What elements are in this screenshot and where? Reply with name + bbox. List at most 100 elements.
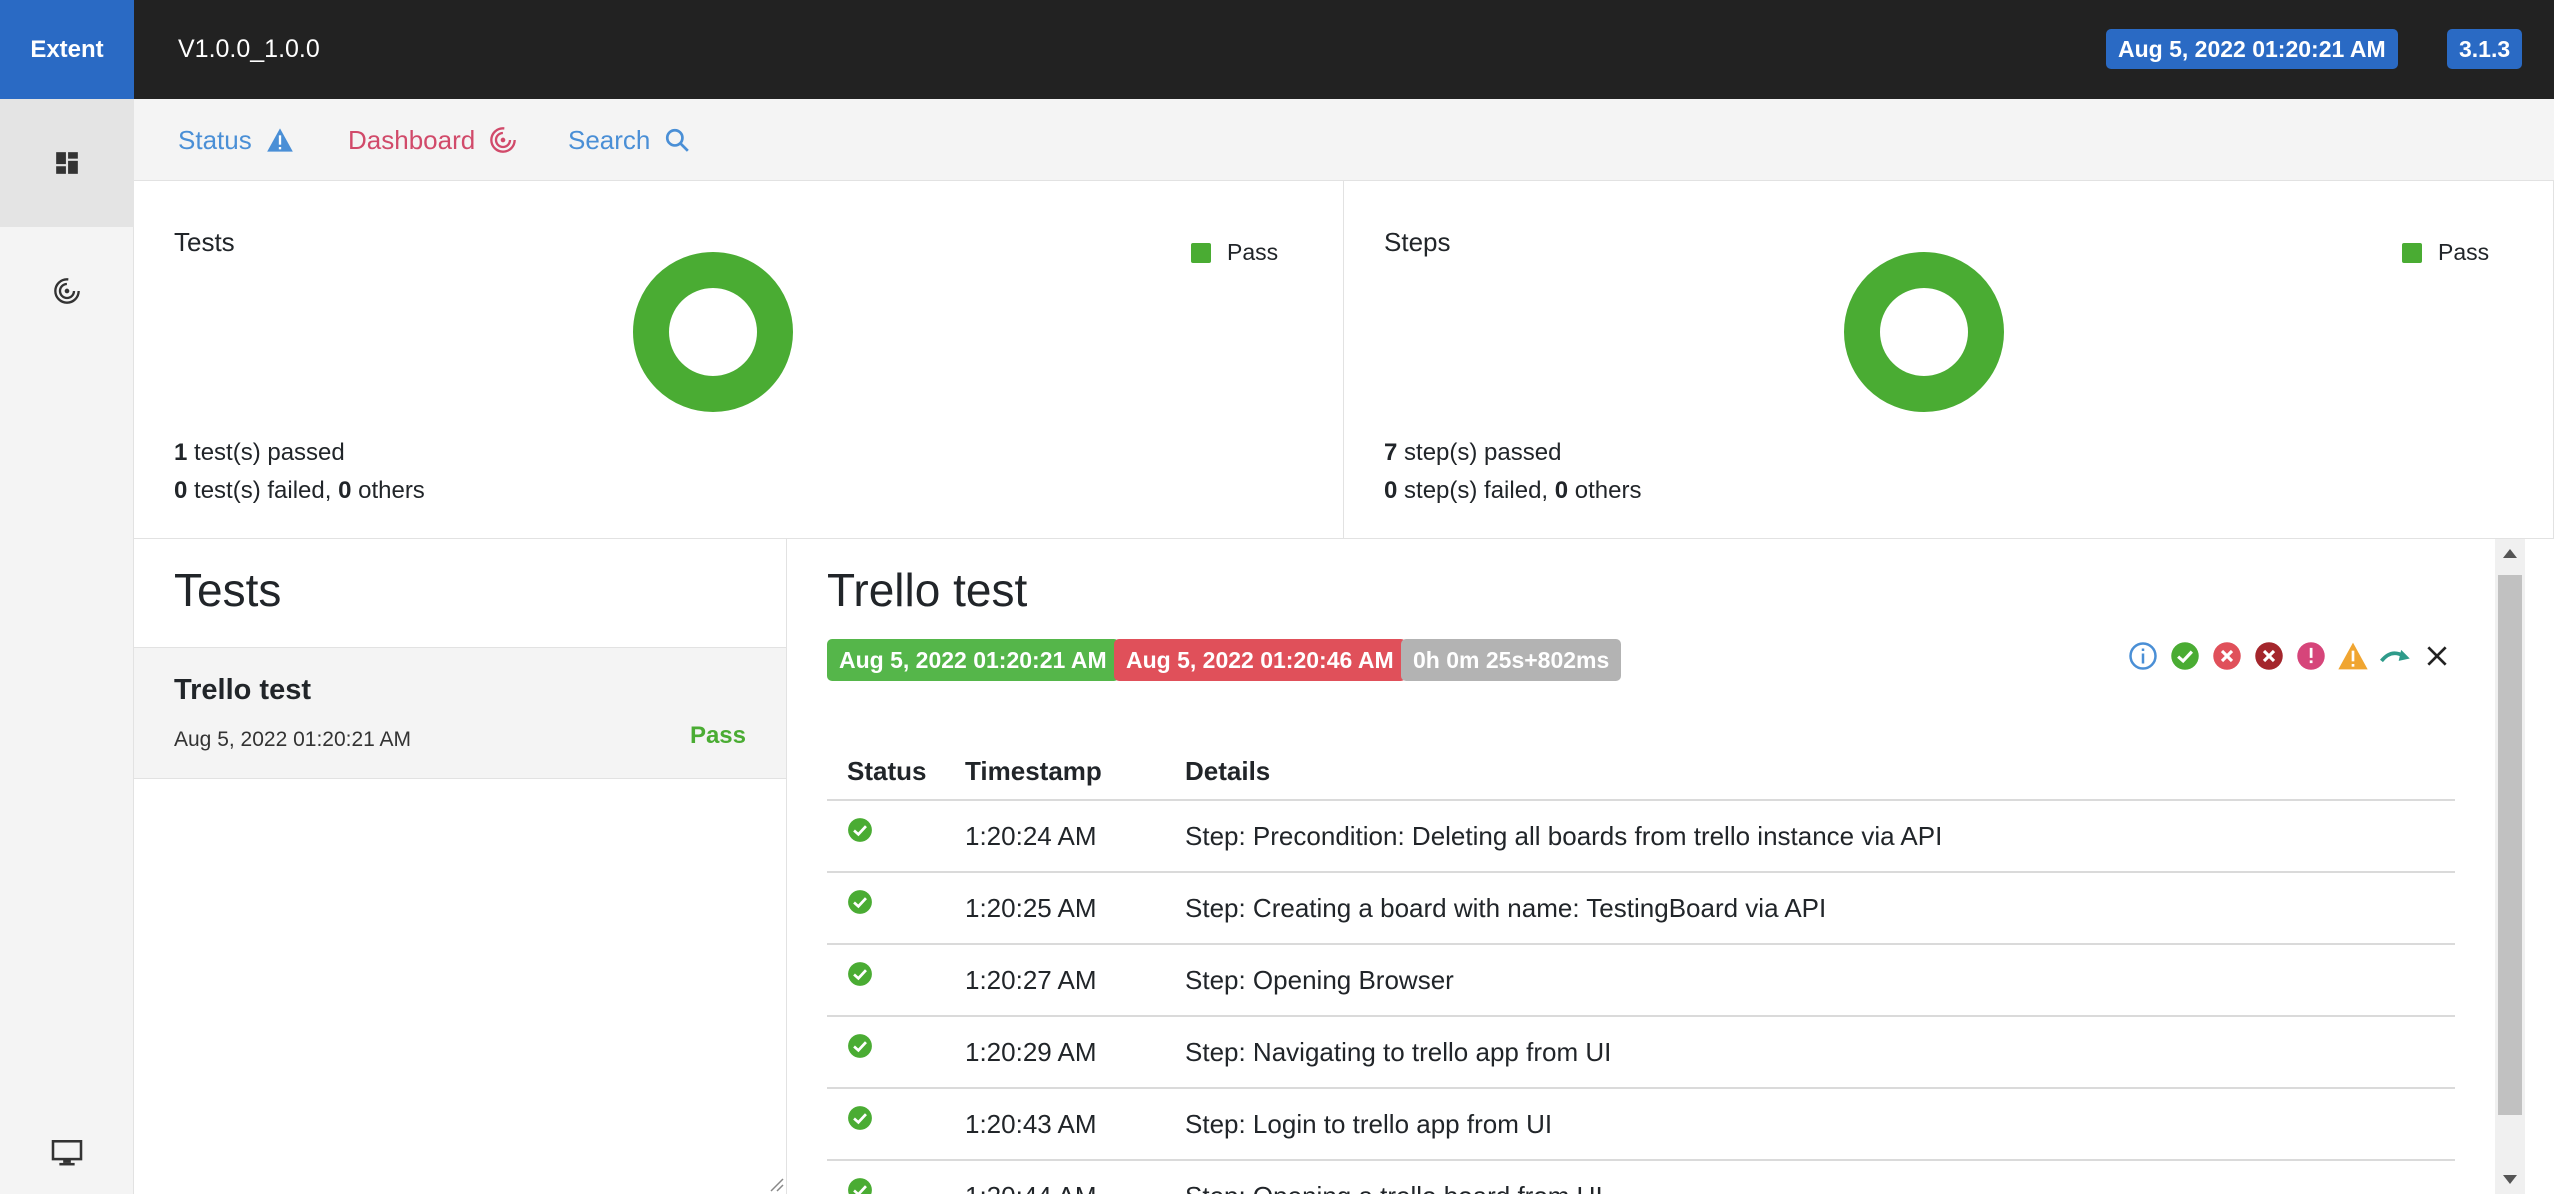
tests-summary-card: Tests Pass 1 test(s) passed 0 test(s) fa… bbox=[134, 181, 1344, 539]
step-details: Step: Precondition: Deleting all boards … bbox=[1165, 800, 2455, 873]
check-circle-icon bbox=[848, 818, 872, 842]
table-row: 1:20:27 AM Step: Opening Browser bbox=[827, 944, 2455, 1017]
tests-passed-line: 1 test(s) passed bbox=[174, 439, 345, 467]
error-icon bbox=[2297, 642, 2325, 670]
chart-legend[interactable]: Pass bbox=[1191, 239, 1278, 266]
test-list-heading: Tests bbox=[174, 564, 282, 616]
step-timestamp: 1:20:24 AM bbox=[945, 800, 1165, 873]
steps-summary-card: Steps Pass 7 step(s) passed 0 step(s) fa… bbox=[1344, 181, 2554, 539]
donut-slice-pass[interactable] bbox=[633, 252, 793, 412]
filter-pass[interactable] bbox=[2169, 640, 2201, 672]
test-detail-title: Trello test bbox=[827, 564, 1028, 616]
version-badge: 3.1.3 bbox=[2447, 29, 2523, 69]
step-timestamp: 1:20:43 AM bbox=[945, 1088, 1165, 1161]
table-row: 1:20:43 AM Step: Login to trello app from… bbox=[827, 1088, 2455, 1161]
table-row: 1:20:29 AM Step: Navigating to trello app… bbox=[827, 1016, 2455, 1089]
filter-warning[interactable] bbox=[2337, 640, 2369, 672]
chart-legend[interactable]: Pass bbox=[2402, 239, 2489, 266]
filter-error[interactable] bbox=[2295, 640, 2327, 672]
step-timestamp: 1:20:27 AM bbox=[945, 944, 1165, 1017]
steps-failed-count: 0 bbox=[1384, 477, 1398, 504]
filter-fail[interactable] bbox=[2211, 640, 2243, 672]
steps-failed-line: 0 step(s) failed, 0 others bbox=[1384, 477, 1642, 505]
step-status-cell bbox=[827, 1088, 945, 1161]
top-bar: Extent V1.0.0_1.0.0 Aug 5, 2022 01:20:21… bbox=[0, 0, 2554, 99]
check-circle-icon bbox=[848, 962, 872, 986]
sidebar-item-dashboard[interactable] bbox=[0, 227, 134, 355]
sidebar-item-environment[interactable] bbox=[0, 1099, 134, 1194]
donut-slice-pass[interactable] bbox=[1844, 252, 2004, 412]
steps-passed-count: 7 bbox=[1384, 439, 1398, 466]
check-circle-icon bbox=[848, 1034, 872, 1058]
test-name: Trello test bbox=[174, 674, 311, 706]
duration-badge: 0h 0m 25s+802ms bbox=[1401, 639, 1622, 681]
steps-failed-text: step(s) failed, bbox=[1397, 477, 1555, 504]
step-status-cell bbox=[827, 1160, 945, 1194]
legend-swatch bbox=[2402, 242, 2422, 263]
tests-others-text: others bbox=[351, 477, 425, 504]
scroll-down-arrow-icon[interactable] bbox=[2503, 1175, 2517, 1184]
steps-table: Status Timestamp Details 1:20:24 AM Step:… bbox=[827, 744, 2455, 1194]
radar-icon bbox=[490, 127, 517, 153]
nav-search-label: Search bbox=[568, 124, 651, 155]
fatal-icon bbox=[2255, 642, 2283, 670]
sub-nav: Status Dashboard Search bbox=[134, 99, 2554, 181]
step-timestamp: 1:20:29 AM bbox=[945, 1016, 1165, 1089]
close-icon bbox=[2427, 646, 2447, 666]
legend-label: Pass bbox=[1227, 239, 1279, 265]
card-title: Tests bbox=[174, 227, 235, 257]
brand-logo[interactable]: Extent bbox=[0, 0, 134, 99]
table-row: 1:20:24 AM Step: Precondition: Deleting a… bbox=[827, 800, 2455, 873]
step-status-cell bbox=[827, 1016, 945, 1089]
test-detail-panel: Trello test Aug 5, 2022 01:20:21 AM Aug … bbox=[787, 539, 2554, 1194]
tests-donut-chart bbox=[633, 252, 793, 412]
info-icon bbox=[2129, 642, 2157, 670]
test-list-item[interactable]: Trello test Aug 5, 2022 01:20:21 AM Pass bbox=[134, 647, 786, 779]
filter-skip[interactable] bbox=[2379, 640, 2411, 672]
nav-dashboard[interactable]: Dashboard bbox=[348, 99, 517, 181]
start-time-badge: Aug 5, 2022 01:20:21 AM bbox=[827, 639, 1119, 681]
legend-swatch bbox=[1191, 242, 1211, 263]
report-start-badge: Aug 5, 2022 01:20:21 AM bbox=[2106, 29, 2398, 69]
tests-failed-line: 0 test(s) failed, 0 others bbox=[174, 477, 425, 505]
resize-handle-icon[interactable] bbox=[768, 1176, 784, 1192]
nav-status[interactable]: Status bbox=[178, 99, 294, 181]
filter-fatal[interactable] bbox=[2253, 640, 2285, 672]
steps-others-count: 0 bbox=[1554, 477, 1569, 504]
monitor-icon bbox=[51, 1140, 83, 1166]
warning-icon bbox=[2338, 642, 2368, 670]
status-filters bbox=[2127, 640, 2453, 672]
sidebar bbox=[0, 99, 134, 1194]
step-timestamp: 1:20:25 AM bbox=[945, 872, 1165, 945]
steps-passed-text: step(s) passed bbox=[1397, 439, 1562, 466]
check-circle-icon bbox=[848, 1178, 872, 1194]
check-circle-icon bbox=[848, 890, 872, 914]
scrollbar-thumb[interactable] bbox=[2498, 575, 2522, 1115]
table-header-row: Status Timestamp Details bbox=[827, 744, 2455, 801]
step-status-cell bbox=[827, 944, 945, 1017]
test-list-panel: Tests Trello test Aug 5, 2022 01:20:21 A… bbox=[134, 539, 787, 1194]
scroll-up-arrow-icon[interactable] bbox=[2503, 549, 2517, 558]
column-header-timestamp: Timestamp bbox=[945, 744, 1165, 801]
check-circle-icon bbox=[2171, 642, 2199, 670]
step-details: Step: Navigating to trello app from UI bbox=[1165, 1016, 2455, 1089]
dashboard-grid-icon bbox=[56, 152, 78, 174]
step-status-cell bbox=[827, 800, 945, 873]
sidebar-item-tests[interactable] bbox=[0, 99, 134, 227]
nav-search[interactable]: Search bbox=[568, 99, 690, 181]
steps-donut-chart bbox=[1844, 252, 2004, 412]
tests-passed-text: test(s) passed bbox=[187, 439, 345, 466]
steps-passed-line: 7 step(s) passed bbox=[1384, 439, 1561, 467]
detail-scrollbar[interactable] bbox=[2495, 539, 2525, 1194]
check-circle-icon bbox=[848, 1106, 872, 1130]
search-icon bbox=[666, 128, 690, 152]
tests-others-count: 0 bbox=[338, 477, 352, 504]
nav-status-label: Status bbox=[178, 124, 252, 155]
step-details: Step: Opening Browser bbox=[1165, 944, 2455, 1017]
table-row: 1:20:25 AM Step: Creating a board with na… bbox=[827, 872, 2455, 945]
legend-label: Pass bbox=[2438, 239, 2490, 265]
card-title: Steps bbox=[1384, 227, 1451, 257]
skip-arrow-icon bbox=[2380, 649, 2410, 663]
filter-clear[interactable] bbox=[2421, 640, 2453, 672]
filter-info[interactable] bbox=[2127, 640, 2159, 672]
